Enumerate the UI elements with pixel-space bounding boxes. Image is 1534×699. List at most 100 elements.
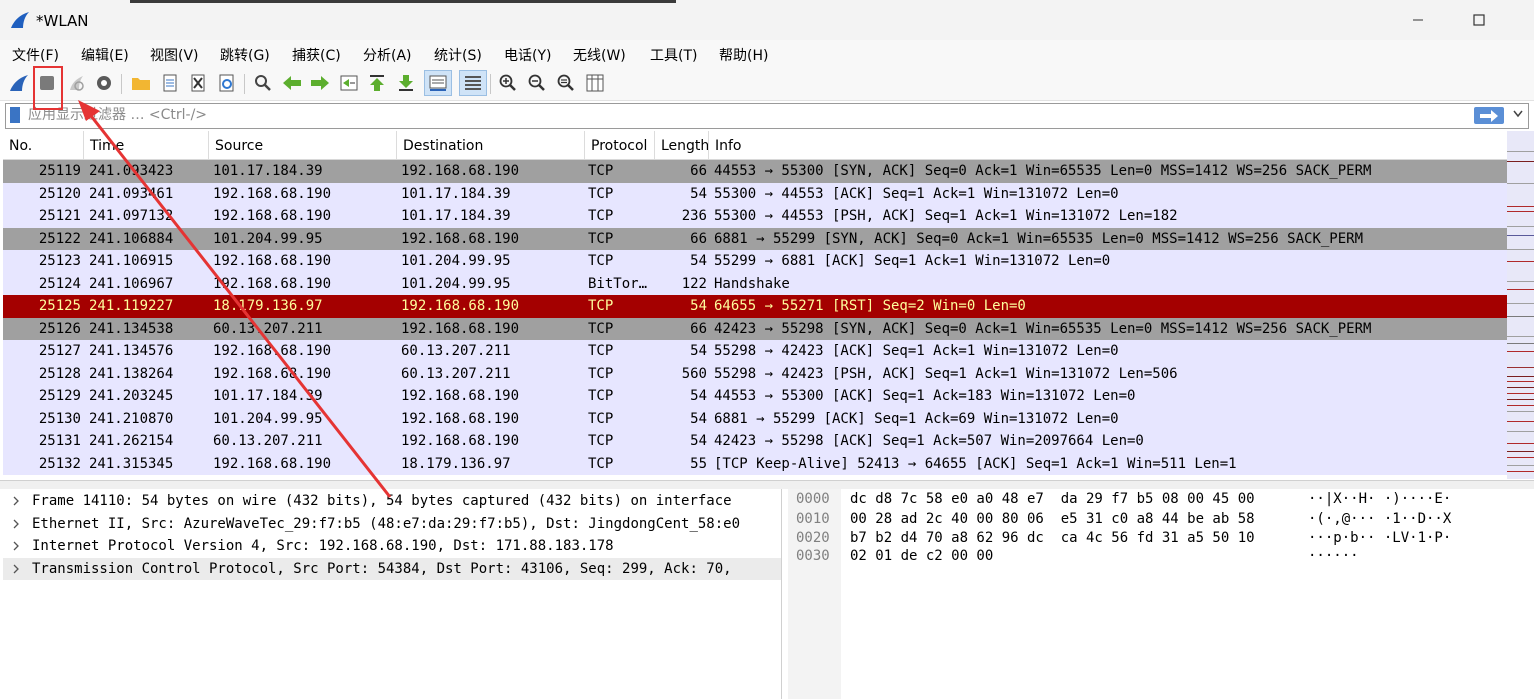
menu-file[interactable]: 文件(F) bbox=[12, 45, 59, 65]
go-to-packet-button[interactable] bbox=[338, 72, 360, 94]
menu-telephony[interactable]: 电话(Y) bbox=[504, 45, 551, 65]
menu-view[interactable]: 视图(V) bbox=[150, 45, 199, 65]
byte-ascii[interactable]: ···p·b·· ·LV·1·P· bbox=[1308, 530, 1451, 550]
packet-time: 241.106915 bbox=[89, 253, 174, 269]
byte-hex[interactable]: b7 b2 d4 70 a8 62 96 dc ca 4c 56 fd 31 a… bbox=[850, 530, 1255, 550]
packet-no: 25120 bbox=[38, 185, 81, 202]
zoom-in-button[interactable] bbox=[497, 72, 519, 94]
column-header-length[interactable]: Length bbox=[655, 131, 709, 159]
column-header-destination[interactable]: Destination bbox=[397, 131, 585, 159]
packet-length: 122 bbox=[681, 275, 707, 292]
tree-item-ethernet[interactable]: Ethernet II, Src: AzureWaveTec_29:f7:b5 … bbox=[3, 513, 781, 536]
menu-statistics[interactable]: 统计(S) bbox=[434, 45, 482, 65]
tree-item-ipv4[interactable]: Internet Protocol Version 4, Src: 192.16… bbox=[3, 535, 781, 558]
autoscroll-toggle[interactable] bbox=[424, 70, 452, 96]
close-file-button[interactable] bbox=[187, 72, 209, 94]
byte-hex[interactable]: 00 28 ad 2c 40 00 80 06 e5 31 c0 a8 44 b… bbox=[850, 511, 1255, 531]
packet-length: 66 bbox=[690, 230, 707, 247]
menu-wireless[interactable]: 无线(W) bbox=[573, 45, 626, 65]
packet-row[interactable]: 25127 241.134576 192.168.68.190 60.13.20… bbox=[3, 340, 1507, 363]
byte-hex[interactable]: dc d8 7c 58 e0 a0 48 e7 da 29 f7 b5 08 0… bbox=[850, 491, 1255, 511]
display-filter-input[interactable] bbox=[28, 105, 1468, 125]
packet-info: 55299 → 6881 [ACK] Seq=1 Ack=1 Win=13107… bbox=[714, 253, 1111, 269]
menu-go[interactable]: 跳转(G) bbox=[220, 45, 270, 65]
reload-file-button[interactable] bbox=[216, 72, 238, 94]
packet-row[interactable]: 25121 241.097132 192.168.68.190 101.17.1… bbox=[3, 205, 1507, 228]
packet-info: 42423 → 55298 [ACK] Seq=1 Ack=507 Win=20… bbox=[714, 433, 1144, 449]
go-forward-button[interactable] bbox=[309, 72, 331, 94]
packet-time: 241.093461 bbox=[89, 185, 174, 202]
byte-ascii[interactable]: ······ bbox=[1308, 548, 1359, 568]
packet-protocol: TCP bbox=[588, 343, 614, 359]
packet-source: 101.204.99.95 bbox=[213, 230, 323, 247]
packet-source: 192.168.68.190 bbox=[213, 343, 332, 359]
byte-ascii[interactable]: ··|X··H· ·)····E· bbox=[1308, 491, 1451, 511]
menu-tools[interactable]: 工具(T) bbox=[650, 45, 697, 65]
zoom-reset-button[interactable] bbox=[555, 72, 577, 94]
tree-item-frame[interactable]: Frame 14110: 54 bytes on wire (432 bits)… bbox=[3, 490, 781, 513]
chevron-right-icon[interactable] bbox=[11, 513, 21, 535]
packet-row[interactable]: 25129 241.203245 101.17.184.39 192.168.6… bbox=[3, 385, 1507, 408]
menu-edit[interactable]: 编辑(E) bbox=[81, 45, 129, 65]
packet-row[interactable]: 25123 241.106915 192.168.68.190 101.204.… bbox=[3, 250, 1507, 273]
column-header-protocol[interactable]: Protocol bbox=[585, 131, 655, 159]
menu-help[interactable]: 帮助(H) bbox=[719, 45, 768, 65]
packet-details-pane: Frame 14110: 54 bytes on wire (432 bits)… bbox=[3, 489, 782, 699]
packet-minimap-scrollbar[interactable] bbox=[1507, 131, 1534, 479]
column-header-source[interactable]: Source bbox=[209, 131, 397, 159]
first-packet-icon bbox=[370, 75, 384, 91]
resize-columns-button[interactable] bbox=[584, 72, 606, 94]
column-header-time[interactable]: Time bbox=[84, 131, 209, 159]
packet-info: 44553 → 55300 [ACK] Seq=1 Ack=183 Win=13… bbox=[714, 388, 1136, 404]
packet-protocol: TCP bbox=[588, 365, 614, 382]
chevron-right-icon[interactable] bbox=[11, 535, 21, 557]
chevron-down-icon[interactable] bbox=[1513, 110, 1523, 118]
first-packet-button[interactable] bbox=[366, 72, 388, 94]
packet-row[interactable]: 25131 241.262154 60.13.207.211 192.168.6… bbox=[3, 430, 1507, 453]
save-file-button[interactable] bbox=[159, 72, 181, 94]
capture-options-button[interactable] bbox=[93, 72, 115, 94]
column-header-info[interactable]: Info bbox=[709, 131, 1507, 159]
minimize-button[interactable] bbox=[1398, 6, 1438, 34]
menu-capture[interactable]: 捕获(C) bbox=[292, 45, 341, 65]
minimap-stripe bbox=[1507, 316, 1534, 317]
open-file-button[interactable] bbox=[130, 72, 152, 94]
find-packet-button[interactable] bbox=[252, 72, 274, 94]
start-capture-button[interactable] bbox=[8, 72, 30, 94]
pane-splitter[interactable] bbox=[0, 480, 1534, 489]
colorize-toggle[interactable] bbox=[459, 70, 487, 96]
chevron-right-icon[interactable] bbox=[11, 490, 21, 512]
minimize-icon bbox=[1413, 19, 1423, 21]
packet-row[interactable]: 25132 241.315345 192.168.68.190 18.179.1… bbox=[3, 452, 1507, 475]
packet-row[interactable]: 25119 241.093423 101.17.184.39 192.168.6… bbox=[3, 160, 1507, 183]
packet-row[interactable]: 25120 241.093461 192.168.68.190 101.17.1… bbox=[3, 182, 1507, 205]
restart-capture-button[interactable] bbox=[65, 72, 87, 94]
minimap-stripe bbox=[1507, 281, 1534, 282]
packet-source: 101.17.184.39 bbox=[213, 163, 323, 179]
packet-row[interactable]: 25128 241.138264 192.168.68.190 60.13.20… bbox=[3, 362, 1507, 385]
packet-row[interactable]: 25130 241.210870 101.204.99.95 192.168.6… bbox=[3, 407, 1507, 430]
shark-fin-start-icon bbox=[10, 75, 28, 91]
menu-analyze[interactable]: 分析(A) bbox=[363, 45, 412, 65]
packet-row[interactable]: 25124 241.106967 192.168.68.190 101.204.… bbox=[3, 272, 1507, 295]
packet-row[interactable]: 25122 241.106884 101.204.99.95 192.168.6… bbox=[3, 227, 1507, 250]
tree-item-tcp[interactable]: Transmission Control Protocol, Src Port:… bbox=[3, 557, 781, 580]
go-back-button[interactable] bbox=[281, 72, 303, 94]
packet-row[interactable]: 25125 241.119227 18.179.136.97 192.168.6… bbox=[3, 295, 1507, 318]
apply-filter-button[interactable] bbox=[1474, 107, 1504, 124]
tree-item-label: Internet Protocol Version 4, Src: 192.16… bbox=[32, 538, 614, 554]
packet-info: 64655 → 55271 [RST] Seq=2 Win=0 Len=0 bbox=[714, 298, 1026, 314]
column-header-no[interactable]: No. bbox=[3, 131, 84, 159]
zoom-out-button[interactable] bbox=[526, 72, 548, 94]
autoscroll-icon bbox=[429, 75, 447, 91]
chevron-right-icon[interactable] bbox=[11, 558, 21, 580]
packet-protocol: TCP bbox=[588, 208, 614, 224]
bookmark-icon[interactable] bbox=[10, 107, 20, 123]
packet-row[interactable]: 25126 241.134538 60.13.207.211 192.168.6… bbox=[3, 317, 1507, 340]
main-toolbar bbox=[0, 68, 1534, 101]
last-packet-button[interactable] bbox=[395, 72, 417, 94]
byte-ascii[interactable]: ·(·,@··· ·1··D··X bbox=[1308, 511, 1451, 531]
byte-hex[interactable]: 02 01 de c2 00 00 bbox=[850, 548, 993, 568]
packet-source: 18.179.136.97 bbox=[213, 298, 323, 314]
maximize-button[interactable] bbox=[1459, 6, 1499, 34]
